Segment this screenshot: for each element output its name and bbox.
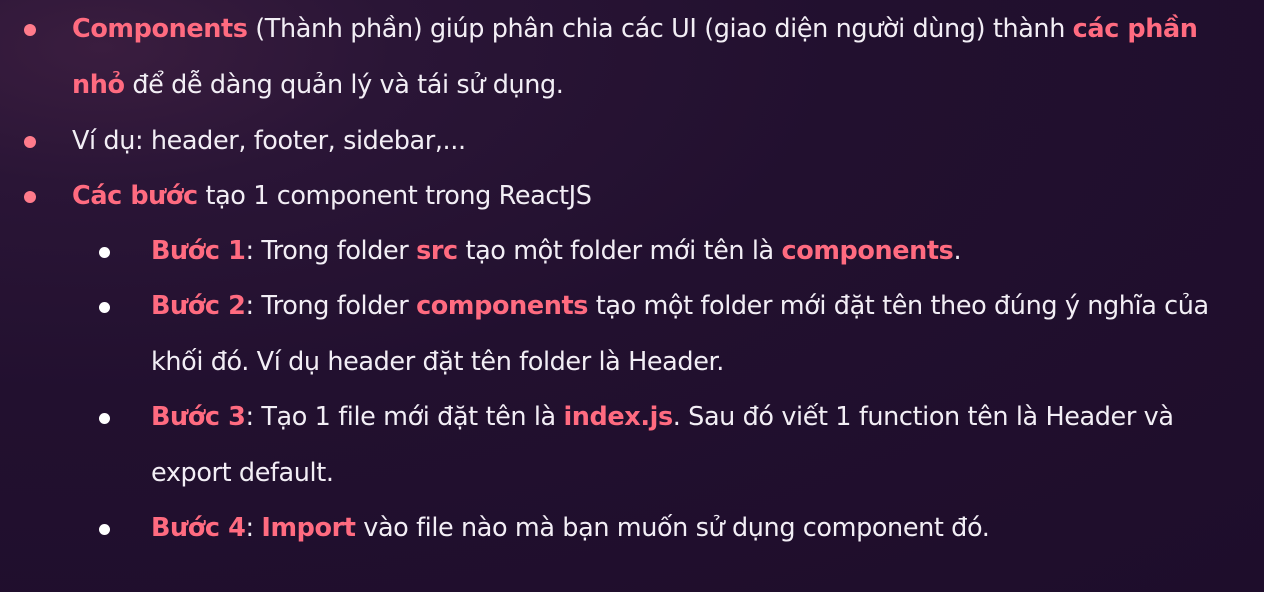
step-3-text-line-2: export default. xyxy=(151,458,334,488)
step-2-text-line-1: Bước 2: Trong folder components tạo một … xyxy=(151,291,1209,321)
highlight-src: src xyxy=(416,236,458,266)
highlight-cac-phan: các phần xyxy=(1072,14,1198,44)
text: : Trong folder xyxy=(245,291,417,321)
bullet-text-example: Ví dụ: header, footer, sidebar,... xyxy=(72,126,466,156)
highlight-components: components xyxy=(781,236,954,266)
text: export default. xyxy=(151,458,334,488)
sub-bullet-icon xyxy=(99,302,110,313)
step-2-text-line-2: khối đó. Ví dụ header đặt tên folder là … xyxy=(151,347,724,377)
text: : Trong folder xyxy=(245,236,417,266)
bullet-icon xyxy=(24,191,36,203)
step-4-text: Bước 4: Import vào file nào mà bạn muốn … xyxy=(151,513,990,543)
text: khối đó. Ví dụ header đặt tên folder là … xyxy=(151,347,724,377)
text: để dễ dàng quản lý và tái sử dụng. xyxy=(124,70,564,100)
bullet-icon xyxy=(24,136,36,148)
text: : Tạo 1 file mới đặt tên là xyxy=(245,402,564,432)
highlight-components: components xyxy=(416,291,589,321)
step-3-text-line-1: Bước 3: Tạo 1 file mới đặt tên là index.… xyxy=(151,402,1174,432)
highlight-cac-buoc: Các bước xyxy=(72,181,198,211)
highlight-import: Import xyxy=(261,513,356,543)
step-1-text: Bước 1: Trong folder src tạo một folder … xyxy=(151,236,962,266)
sub-bullet-icon xyxy=(99,413,110,424)
highlight-components: Components xyxy=(72,14,248,44)
highlight-buoc-4: Bước 4 xyxy=(151,513,246,543)
highlight-buoc-3: Bước 3 xyxy=(151,402,246,432)
highlight-buoc-1: Bước 1 xyxy=(151,236,246,266)
bullet-icon xyxy=(24,24,36,36)
text: tạo một folder mới tên là xyxy=(457,236,782,266)
sub-bullet-icon xyxy=(99,247,110,258)
text: vào file nào mà bạn muốn sử dụng compone… xyxy=(355,513,990,543)
highlight-nho: nhỏ xyxy=(72,70,125,100)
text: tạo một folder mới đặt tên theo đúng ý n… xyxy=(588,291,1209,321)
highlight-index-js: index.js xyxy=(563,402,673,432)
text: tạo 1 component trong ReactJS xyxy=(197,181,592,211)
text: : xyxy=(245,513,262,543)
highlight-buoc-2: Bước 2 xyxy=(151,291,246,321)
sub-bullet-icon xyxy=(99,524,110,535)
bullet-text-components-definition-line-1: Components (Thành phần) giúp phân chia c… xyxy=(72,14,1198,44)
bullet-text-components-definition-line-2: nhỏ để dễ dàng quản lý và tái sử dụng. xyxy=(72,70,564,100)
text: Ví dụ: header, footer, sidebar,... xyxy=(72,126,466,156)
text: . Sau đó viết 1 function tên là Header v… xyxy=(672,402,1174,432)
bullet-text-steps-heading: Các bước tạo 1 component trong ReactJS xyxy=(72,181,592,211)
text: . xyxy=(953,236,962,266)
text: (Thành phần) giúp phân chia các UI (giao… xyxy=(247,14,1073,44)
